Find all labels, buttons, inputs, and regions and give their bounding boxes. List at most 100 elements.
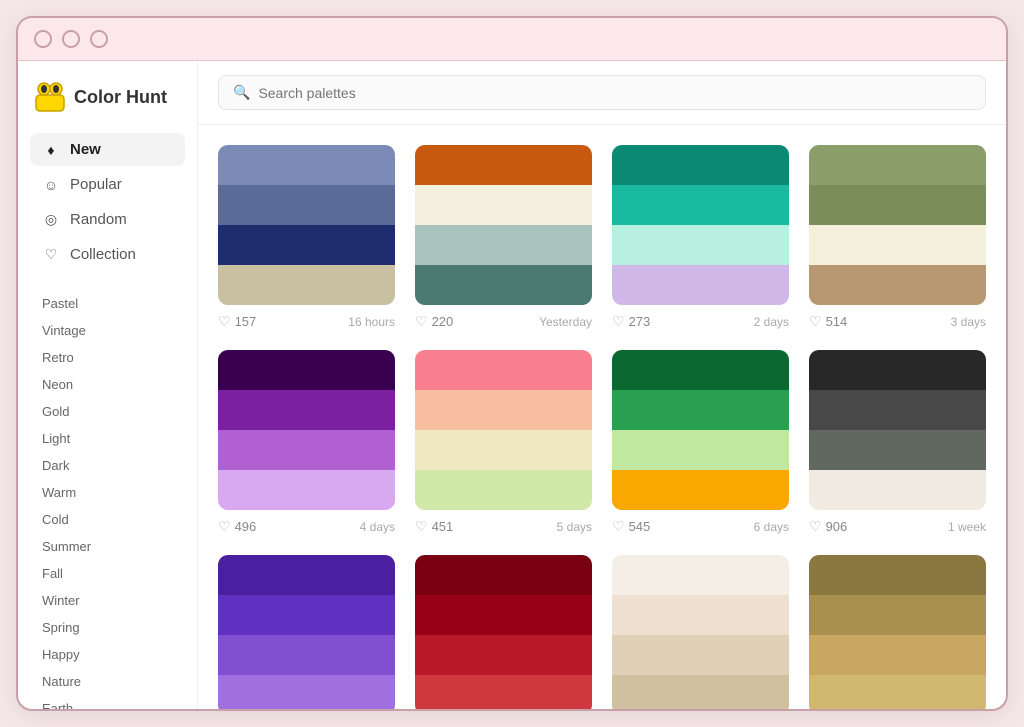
palette-card-10[interactable]: ♡2881 week	[415, 555, 592, 709]
palette-card-3[interactable]: ♡273 2 days	[612, 145, 789, 330]
browser-dot-3	[90, 30, 108, 48]
palette-swatches-6	[415, 350, 592, 510]
nav-item-random[interactable]: ◎ Random	[30, 203, 185, 236]
swatch-5-2	[218, 390, 395, 430]
tag-item-summer[interactable]: Summer	[30, 534, 185, 559]
nav-items: ♦ New ☺ Popular ◎ Random ♡ Collection	[30, 133, 185, 271]
palette-card-4[interactable]: ♡5143 days	[809, 145, 986, 330]
likes-count: 451	[432, 519, 454, 534]
swatch-11-3	[612, 635, 789, 675]
nav-item-collection[interactable]: ♡ Collection	[30, 238, 185, 271]
palette-likes-5: ♡496	[218, 518, 256, 535]
search-icon: 🔍	[233, 84, 250, 101]
palette-meta-3: ♡273 2 days	[612, 313, 789, 330]
swatch-9-2	[218, 595, 395, 635]
swatch-8-4	[809, 470, 986, 510]
palette-card-5[interactable]: ♡4964 days	[218, 350, 395, 535]
tag-item-retro[interactable]: Retro	[30, 345, 185, 370]
palette-card-7[interactable]: ♡5456 days	[612, 350, 789, 535]
swatch-1-2	[218, 185, 395, 225]
likes-count: 545	[629, 519, 651, 534]
swatch-11-4	[612, 675, 789, 709]
tag-item-winter[interactable]: Winter	[30, 588, 185, 613]
swatch-7-3	[612, 430, 789, 470]
palette-meta-6: ♡4515 days	[415, 518, 592, 535]
search-input[interactable]	[258, 85, 971, 101]
swatch-4-2	[809, 185, 986, 225]
palette-meta-5: ♡4964 days	[218, 518, 395, 535]
swatch-2-3	[415, 225, 592, 265]
palette-grid: ♡15716 hours♡220Yesterday♡2732 days♡5143…	[218, 145, 986, 709]
search-bar[interactable]: 🔍	[218, 75, 986, 110]
tag-item-nature[interactable]: Nature	[30, 669, 185, 694]
heart-icon: ♡	[612, 518, 625, 535]
swatch-4-1	[809, 145, 986, 185]
heart-icon: ♡	[809, 518, 822, 535]
swatch-12-1	[809, 555, 986, 595]
tag-item-cold[interactable]: Cold	[30, 507, 185, 532]
tag-item-neon[interactable]: Neon	[30, 372, 185, 397]
palette-likes-3: ♡273	[612, 313, 650, 330]
tag-item-pastel[interactable]: Pastel	[30, 291, 185, 316]
swatch-7-2	[612, 390, 789, 430]
palette-card-8[interactable]: ♡ 906 1 week	[809, 350, 986, 535]
likes-count: 906	[826, 519, 848, 534]
sidebar: Color Hunt ♦ New ☺ Popular ◎ Random ♡ Co…	[18, 61, 198, 709]
tag-item-happy[interactable]: Happy	[30, 642, 185, 667]
likes-count: 220	[432, 314, 454, 329]
nav-label-popular: Popular	[70, 176, 122, 193]
palette-card-2[interactable]: ♡220Yesterday	[415, 145, 592, 330]
swatch-5-4	[218, 470, 395, 510]
swatch-1-4	[218, 265, 395, 305]
tag-item-gold[interactable]: Gold	[30, 399, 185, 424]
diamond-icon: ♦	[42, 142, 60, 158]
swatch-10-4	[415, 675, 592, 709]
palette-swatches-12	[809, 555, 986, 709]
nav-label-new: New	[70, 141, 101, 158]
swatch-7-4	[612, 470, 789, 510]
swatch-2-4	[415, 265, 592, 305]
search-bar-area: 🔍	[198, 61, 1006, 125]
palette-swatches-7	[612, 350, 789, 510]
palette-time-3: 2 days	[754, 315, 789, 329]
tag-item-warm[interactable]: Warm	[30, 480, 185, 505]
browser-chrome	[18, 18, 1006, 61]
swatch-4-4	[809, 265, 986, 305]
palette-card-1[interactable]: ♡ 157 16 hours	[218, 145, 395, 330]
swatch-3-1	[612, 145, 789, 185]
palette-time-1: 16 hours	[348, 315, 395, 329]
swatch-5-3	[218, 430, 395, 470]
palette-card-11[interactable]: ♡4121 week	[612, 555, 789, 709]
nav-item-new[interactable]: ♦ New	[30, 133, 185, 166]
palette-card-6[interactable]: ♡4515 days	[415, 350, 592, 535]
palette-card-9[interactable]: ♡3211 week	[218, 555, 395, 709]
swatch-12-4	[809, 675, 986, 709]
tag-item-fall[interactable]: Fall	[30, 561, 185, 586]
tag-item-earth[interactable]: Earth	[30, 696, 185, 709]
palette-swatches-2	[415, 145, 592, 305]
swatch-6-3	[415, 430, 592, 470]
palette-time-8: 1 week	[948, 520, 986, 534]
heart-icon: ♡	[218, 313, 231, 330]
palette-likes-1: ♡ 157	[218, 313, 256, 330]
likes-count: 514	[826, 314, 848, 329]
palette-likes-8: ♡ 906	[809, 518, 847, 535]
tag-item-spring[interactable]: Spring	[30, 615, 185, 640]
nav-item-popular[interactable]: ☺ Popular	[30, 168, 185, 201]
browser-window: Color Hunt ♦ New ☺ Popular ◎ Random ♡ Co…	[16, 16, 1008, 711]
swatch-11-1	[612, 555, 789, 595]
palette-card-12[interactable]: ♡3671 week	[809, 555, 986, 709]
palette-swatches-10	[415, 555, 592, 709]
tag-item-vintage[interactable]: Vintage	[30, 318, 185, 343]
swatch-8-1	[809, 350, 986, 390]
browser-dot-2	[62, 30, 80, 48]
palette-grid-container[interactable]: ♡15716 hours♡220Yesterday♡2732 days♡5143…	[198, 125, 1006, 709]
heart-icon: ♡	[809, 313, 822, 330]
swatch-3-2	[612, 185, 789, 225]
tag-item-dark[interactable]: Dark	[30, 453, 185, 478]
nav-label-random: Random	[70, 211, 127, 228]
tag-item-light[interactable]: Light	[30, 426, 185, 451]
likes-count: 157	[235, 314, 257, 329]
swatch-11-2	[612, 595, 789, 635]
swatch-6-4	[415, 470, 592, 510]
